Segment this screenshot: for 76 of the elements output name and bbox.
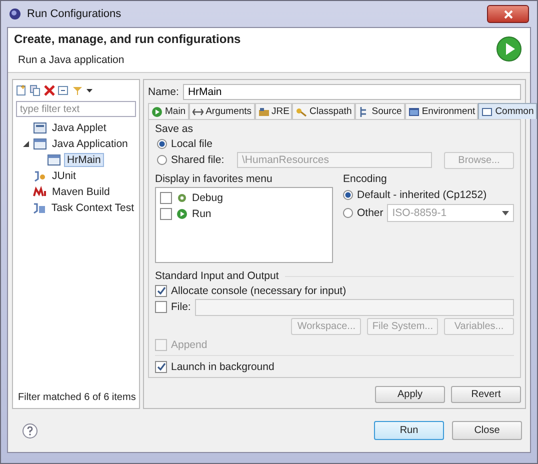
main-tab-icon: [151, 106, 163, 118]
group-label: Encoding: [343, 173, 388, 186]
tree-item[interactable]: Java Application: [50, 138, 130, 150]
tab[interactable]: Main: [148, 103, 189, 120]
checkbox-label: Launch in background: [171, 360, 274, 373]
dialog-button[interactable]: Close: [452, 421, 522, 440]
group-label: Display in favorites menu: [155, 173, 274, 186]
tab[interactable]: Environment: [404, 103, 478, 120]
filter-field[interactable]: type filter text: [16, 101, 136, 118]
tab[interactable]: Common: [478, 103, 537, 120]
radio-button[interactable]: [343, 190, 353, 200]
radio-label: Default - inherited (Cp1252): [357, 188, 487, 201]
dropdown-value: ISO-8859-1: [392, 207, 447, 220]
tab[interactable]: Classpath: [292, 103, 355, 120]
radio-label: Shared file:: [171, 154, 226, 166]
run-icon: [496, 36, 522, 62]
checkbox-label: Append: [171, 338, 208, 351]
dialog-heading: Create, manage, and run configurations: [14, 32, 242, 46]
panel-button[interactable]: Revert: [451, 386, 521, 404]
collapse-icon: [58, 84, 69, 96]
close-icon: [504, 10, 512, 18]
delete-icon: [44, 84, 55, 96]
filter-icon: [72, 84, 83, 96]
radio-label: Local file: [171, 138, 212, 150]
application-icon: [33, 136, 47, 151]
dialog-subtitle: Run a Java application: [17, 54, 126, 66]
checkbox[interactable]: [160, 192, 172, 204]
classpath-tab-icon: [295, 106, 308, 118]
dropdown-arrow-icon: [502, 210, 509, 216]
checkmark-icon: [156, 362, 166, 372]
new-icon: [16, 84, 27, 96]
group-label: Save as: [155, 123, 194, 136]
debug-icon: [176, 192, 188, 204]
tree-item[interactable]: Maven Build: [50, 186, 112, 198]
dialog-button[interactable]: Run: [374, 421, 444, 440]
checkmark-icon: [156, 286, 166, 296]
name-field[interactable]: HrMain: [182, 84, 521, 100]
run-icon: [176, 208, 188, 220]
list-item-label: Run: [192, 208, 212, 220]
close-button[interactable]: [487, 5, 529, 23]
checkbox[interactable]: [155, 284, 167, 297]
common-tab-icon: [481, 106, 494, 118]
panel-button[interactable]: Apply: [375, 386, 445, 404]
checkbox[interactable]: [160, 208, 172, 220]
junit-icon: [33, 168, 47, 183]
radio-button[interactable]: [157, 155, 167, 166]
checkbox-label: Allocate console (necessary for input): [171, 284, 346, 297]
tree-item[interactable]: Java Applet: [50, 122, 108, 134]
tree-item[interactable]: HrMain: [64, 152, 104, 167]
radio-button[interactable]: [157, 138, 167, 149]
checkbox-label: File:: [171, 301, 191, 314]
environment-tab-icon: [408, 106, 420, 118]
name-label: Name:: [148, 86, 179, 98]
app-icon: [9, 8, 21, 20]
tree-item[interactable]: JUnit: [50, 170, 78, 182]
applet-icon: [33, 120, 47, 135]
radio-label: Other: [357, 207, 384, 220]
checkbox[interactable]: [155, 360, 167, 373]
task-icon: [32, 200, 46, 215]
filter-status: Filter matched 6 of 6 items: [17, 391, 136, 406]
list-item-label: Debug: [192, 192, 223, 204]
radio-button[interactable]: [343, 208, 353, 218]
tab[interactable]: Arguments: [188, 103, 255, 120]
duplicate-icon: [30, 84, 41, 96]
help-icon[interactable]: [22, 422, 38, 438]
file-field[interactable]: [194, 298, 514, 316]
maven-icon: [33, 184, 47, 199]
window-title: Run Configurations: [27, 8, 122, 20]
tab[interactable]: Source: [354, 103, 405, 120]
expanded-arrow-icon[interactable]: [23, 140, 29, 147]
tab[interactable]: JRE: [254, 103, 292, 120]
checkbox[interactable]: [155, 301, 167, 314]
group-label: Standard Input and Output: [155, 270, 279, 282]
config-icon: [47, 152, 61, 167]
tree-item[interactable]: Task Context Test: [49, 202, 136, 214]
jre-tab-icon: [258, 106, 270, 118]
